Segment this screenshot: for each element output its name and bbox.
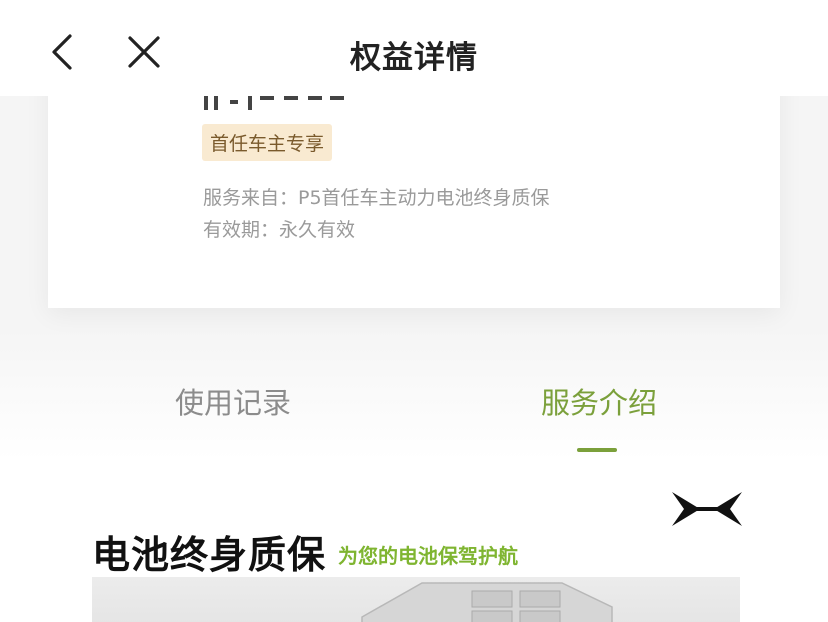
validity-label: 有效期： (203, 219, 280, 241)
battery-pack-image (92, 577, 740, 622)
active-tab-indicator (577, 448, 617, 452)
service-source-value: P5首任车主动力电池终身质保 (298, 187, 550, 209)
nav-header: 权益详情 (0, 0, 828, 96)
page-title: 权益详情 (350, 40, 478, 76)
xpeng-logo-icon (672, 492, 742, 526)
service-source: 服务来自：P5首任车主动力电池终身质保 (203, 183, 550, 210)
service-banner: 电池终身质保 为您的电池保驾护航 (0, 480, 828, 622)
first-owner-badge: 首任车主专享 (202, 124, 333, 161)
banner-subtitle: 为您的电池保驾护航 (338, 544, 518, 568)
validity-period: 有效期：永久有效 (203, 215, 355, 242)
tab-usage-records[interactable]: 使用记录 (175, 380, 291, 422)
banner-title: 电池终身质保 (92, 533, 327, 577)
validity-value: 永久有效 (279, 219, 356, 241)
tab-service-intro[interactable]: 服务介绍 (541, 380, 657, 422)
service-source-label: 服务来自： (203, 187, 299, 209)
tab-bar: 使用记录 服务介绍 (0, 380, 828, 460)
benefit-card: 首任车主专享 服务来自：P5首任车主动力电池终身质保 有效期：永久有效 (48, 60, 780, 308)
